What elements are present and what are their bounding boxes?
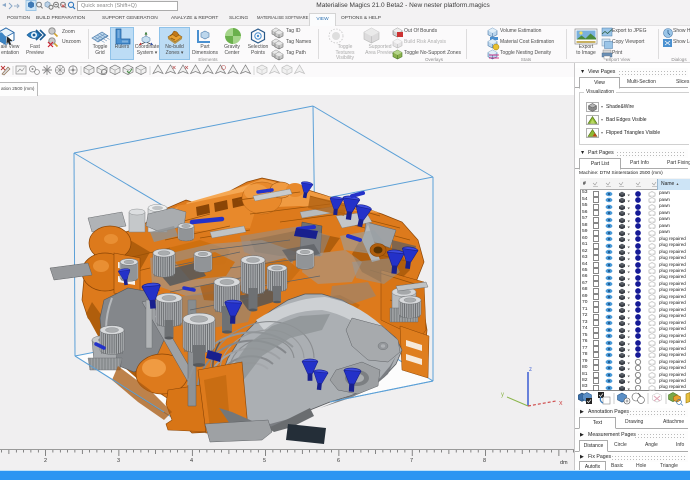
svg-text:y: y [501,392,504,398]
svg-text:z: z [529,367,532,373]
svg-text:x: x [559,400,563,407]
